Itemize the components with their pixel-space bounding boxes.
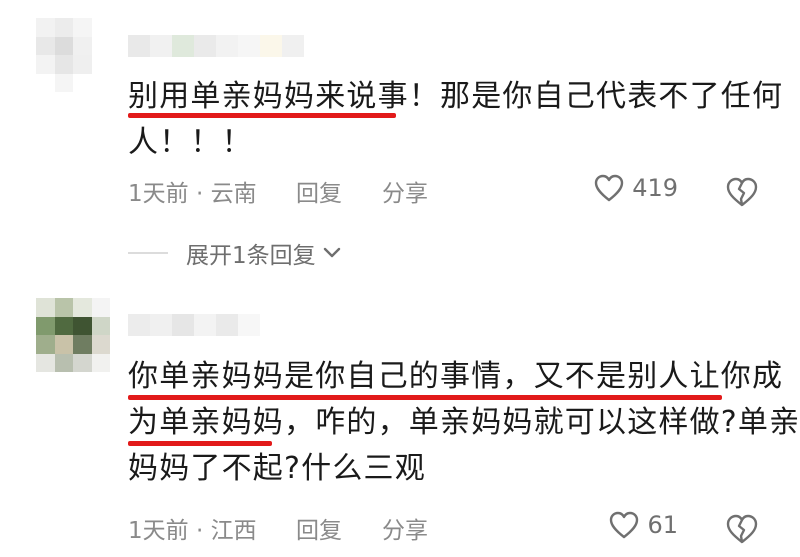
avatar-pixel xyxy=(36,335,55,354)
comment-text-line: 别用单亲妈妈来说事！那是你自己代表不了任何 xyxy=(128,79,784,114)
avatar-pixel xyxy=(91,18,110,37)
time-location: 1天前 · 云南 xyxy=(128,174,296,208)
username-blur-block xyxy=(128,314,150,336)
share-button[interactable]: 分享 xyxy=(382,174,582,208)
broken-heart-icon[interactable] xyxy=(724,511,760,547)
comment-meta: 1天前 · 云南 回复 分享 xyxy=(128,174,778,208)
avatar-pixel xyxy=(73,18,92,37)
username-blur-block xyxy=(238,314,260,336)
username-blur-block xyxy=(282,35,304,57)
comment-text: 你单亲妈妈是你自己的事情，又不是别人让你成 为单亲妈妈，咋的，单亲妈妈就可以这样… xyxy=(128,354,799,492)
time-text: 1天前 xyxy=(128,518,189,544)
avatar-pixel xyxy=(36,353,55,372)
username-blur-block xyxy=(194,35,216,57)
separator: · xyxy=(188,181,211,207)
avatar-pixel xyxy=(54,353,73,372)
time-location: 1天前 · 江西 xyxy=(128,511,296,545)
username-blur-block xyxy=(238,35,260,57)
reply-button[interactable]: 回复 xyxy=(296,511,382,545)
comment-text: 别用单亲妈妈来说事！那是你自己代表不了任何 人！！！ xyxy=(128,74,782,166)
avatar-pixel xyxy=(54,316,73,335)
username-blurred[interactable] xyxy=(128,314,260,336)
comment-text-line: 为单亲妈妈，咋的，单亲妈妈就可以这样做?单亲 xyxy=(128,405,800,440)
avatar-pixel xyxy=(54,55,73,74)
avatar-pixel xyxy=(91,36,110,55)
avatar-pixel xyxy=(54,73,73,92)
avatar-pixel xyxy=(54,335,73,354)
share-button[interactable]: 分享 xyxy=(382,511,582,545)
chevron-down-icon xyxy=(323,247,340,258)
comment-meta: 1天前 · 江西 回复 分享 xyxy=(128,511,778,545)
red-underline xyxy=(128,395,722,400)
username-blur-block xyxy=(150,314,172,336)
avatar-pixel xyxy=(54,18,73,37)
comment-text-line: 人！！！ xyxy=(128,125,253,160)
username-blur-block xyxy=(194,314,216,336)
avatar-pixel xyxy=(73,36,92,55)
avatar-pixel xyxy=(36,73,55,92)
like-count: 419 xyxy=(632,174,678,202)
avatar-pixel xyxy=(36,36,55,55)
heart-icon xyxy=(610,511,639,539)
location-text: 江西 xyxy=(210,518,257,544)
avatar[interactable] xyxy=(36,298,110,372)
comment-text-line: 妈妈了不起?什么三观 xyxy=(128,451,426,486)
username-blur-block xyxy=(172,35,194,57)
avatar[interactable] xyxy=(36,18,110,92)
time-text: 1天前 xyxy=(128,181,189,207)
avatar-pixel xyxy=(91,55,110,74)
username-blur-block xyxy=(172,314,194,336)
avatar-pixel xyxy=(36,55,55,74)
avatar-pixel xyxy=(54,298,73,317)
reply-button[interactable]: 回复 xyxy=(296,174,382,208)
avatar-pixel xyxy=(73,298,92,317)
avatar-pixel xyxy=(91,353,110,372)
username-blur-block xyxy=(216,314,238,336)
avatar-pixel xyxy=(91,73,110,92)
like-button[interactable]: 419 xyxy=(594,174,678,202)
avatar-pixel xyxy=(73,55,92,74)
avatar-pixel xyxy=(73,353,92,372)
location-text: 云南 xyxy=(210,181,257,207)
avatar-pixel xyxy=(91,316,110,335)
red-underline xyxy=(128,441,272,446)
heart-icon xyxy=(594,174,624,202)
username-blurred[interactable] xyxy=(128,35,304,57)
username-blur-block xyxy=(216,35,238,57)
username-blur-block xyxy=(128,35,150,57)
avatar-pixel xyxy=(36,316,55,335)
avatar-pixel xyxy=(91,335,110,354)
divider-line xyxy=(128,252,168,254)
comment-text-line: 你单亲妈妈是你自己的事情，又不是别人让你成 xyxy=(128,359,784,394)
username-blur-block xyxy=(260,35,282,57)
avatar-pixel xyxy=(73,316,92,335)
avatar-pixel xyxy=(54,36,73,55)
separator: · xyxy=(188,518,211,544)
avatar-pixel xyxy=(36,298,55,317)
avatar-pixel xyxy=(73,73,92,92)
avatar-pixel xyxy=(73,335,92,354)
red-underline xyxy=(128,113,396,118)
avatar-pixel xyxy=(36,18,55,37)
avatar-pixel xyxy=(91,298,110,317)
expand-replies-button[interactable]: 展开1条回复 xyxy=(128,236,342,270)
like-count: 61 xyxy=(647,511,678,539)
expand-replies-label: 展开1条回复 xyxy=(186,243,316,269)
like-button[interactable]: 61 xyxy=(609,511,678,539)
username-blur-block xyxy=(150,35,172,57)
broken-heart-icon[interactable] xyxy=(724,174,760,210)
